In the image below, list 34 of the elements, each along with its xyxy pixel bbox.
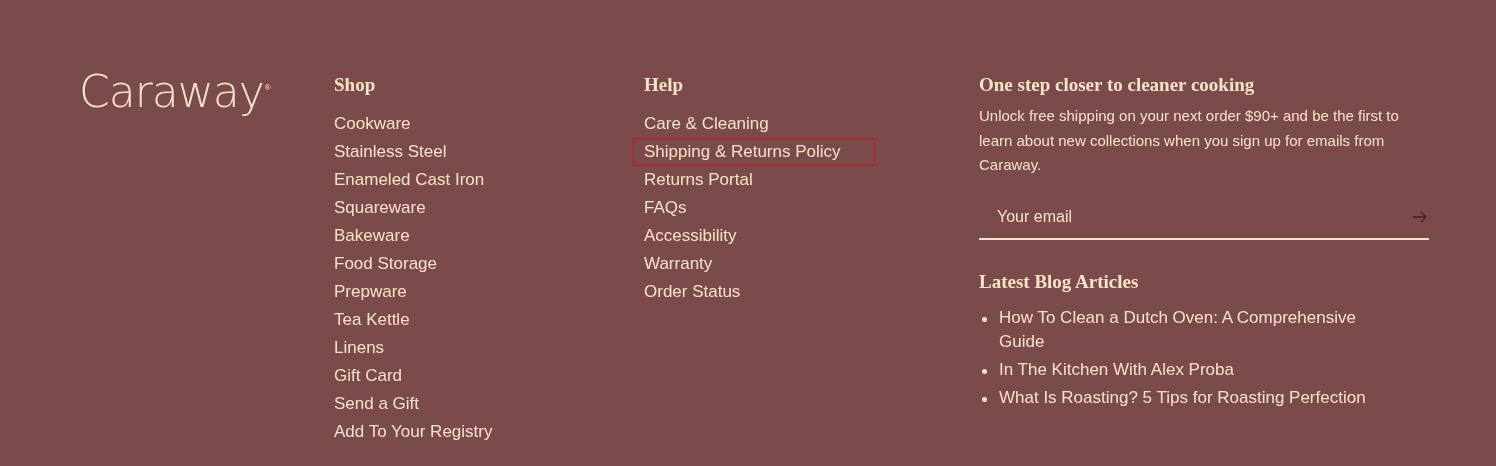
footer-link[interactable]: Prepware bbox=[334, 278, 407, 306]
footer-link[interactable]: Gift Card bbox=[334, 362, 403, 390]
arrow-right-icon[interactable] bbox=[1413, 210, 1427, 223]
footer-link[interactable]: Stainless Steel bbox=[334, 138, 447, 166]
bullet-icon bbox=[982, 396, 987, 402]
blog-link[interactable]: How To Clean a Dutch Oven: A Comprehensive Guide bbox=[999, 305, 1399, 354]
blog-link[interactable]: What Is Roasting? 5 Tips for Roasting Perfection bbox=[999, 385, 1399, 410]
footer-link[interactable]: Warranty bbox=[644, 250, 713, 278]
footer-link[interactable]: Shipping & Returns Policy bbox=[633, 138, 875, 166]
footer-link[interactable]: Returns Portal bbox=[644, 166, 753, 194]
footer-link[interactable]: Order Status bbox=[644, 278, 741, 306]
footer-link[interactable]: FAQs bbox=[644, 194, 687, 222]
blog-link[interactable]: In The Kitchen With Alex Proba bbox=[999, 357, 1399, 382]
footer-link[interactable]: Food Storage bbox=[334, 250, 437, 278]
footer-link[interactable]: Bakeware bbox=[334, 222, 410, 250]
footer-link[interactable]: Tea Kettle bbox=[334, 306, 410, 334]
footer-link[interactable]: Accessibility bbox=[644, 222, 737, 250]
footer-link[interactable]: Add To Your Registry bbox=[334, 418, 493, 446]
email-field[interactable]: Your email bbox=[997, 204, 1413, 229]
bullet-icon bbox=[982, 368, 987, 374]
footer-link[interactable]: Enameled Cast Iron bbox=[334, 166, 485, 194]
footer-link[interactable]: Linens bbox=[334, 334, 385, 362]
bullet-icon bbox=[982, 316, 987, 322]
blog-heading: Latest Blog Articles bbox=[979, 269, 1140, 294]
newsletter-heading: One step closer to cleaner cooking bbox=[979, 73, 1256, 97]
registered-mark: ® bbox=[264, 82, 271, 94]
footer-link[interactable]: Care & Cleaning bbox=[644, 110, 769, 138]
newsletter-text: Unlock free shipping on your next order $90+ and be the first to learn about new collections when you sign up for emails from Caraway. bbox=[979, 106, 1400, 175]
footer-link[interactable]: Squareware bbox=[334, 194, 426, 222]
logo[interactable]: Caraway bbox=[79, 70, 264, 114]
footer-link[interactable]: Cookware bbox=[334, 110, 411, 138]
footer-link[interactable]: Send a Gift bbox=[334, 390, 420, 418]
column-heading: Help bbox=[644, 73, 685, 97]
column-heading: Shop bbox=[334, 73, 377, 97]
